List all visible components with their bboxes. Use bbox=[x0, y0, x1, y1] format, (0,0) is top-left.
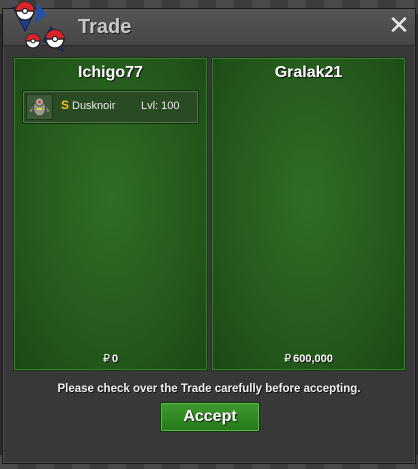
dusknoir-sprite-icon bbox=[26, 94, 53, 120]
pokeball-logo-icon bbox=[11, 1, 65, 53]
pokemon-level: Lvl: 100 bbox=[141, 100, 180, 112]
right-offer-panel: Gralak21 ₽600,000 bbox=[211, 57, 406, 371]
window-title: Trade bbox=[78, 16, 132, 38]
trade-window: Trade ✕ Ichigo77 S Dusknoir Lvl: 100 ₽ 0… bbox=[2, 1, 416, 464]
pokedollar-icon: ₽ bbox=[284, 353, 292, 365]
close-icon[interactable]: ✕ bbox=[387, 12, 411, 38]
accept-button[interactable]: Accept bbox=[160, 402, 260, 432]
right-money: ₽600,000 bbox=[212, 352, 405, 365]
offer-item-dusknoir[interactable]: S Dusknoir Lvl: 100 bbox=[22, 90, 199, 124]
right-money-amount: 600,000 bbox=[293, 353, 333, 365]
pokemon-name: Dusknoir bbox=[72, 100, 116, 112]
pokedollar-icon: ₽ bbox=[102, 353, 110, 365]
trade-notice: Please check over the Trade carefully be… bbox=[57, 383, 361, 395]
left-money: ₽0 bbox=[14, 352, 207, 365]
left-money-amount: 0 bbox=[111, 353, 119, 365]
shiny-mark: S bbox=[61, 98, 70, 112]
left-offer-panel: Ichigo77 S Dusknoir Lvl: 100 ₽0 bbox=[13, 57, 208, 371]
left-player-name: Ichigo77 bbox=[78, 64, 143, 81]
right-player-name: Gralak21 bbox=[274, 64, 343, 81]
